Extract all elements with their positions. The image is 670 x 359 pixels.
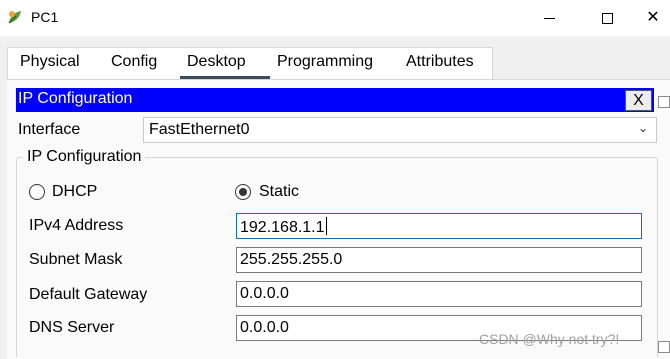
dns-server-value: 0.0.0.0	[240, 319, 289, 336]
title-bar: PC1 ✕	[0, 0, 670, 36]
default-gateway-label: Default Gateway	[29, 286, 148, 303]
ip-configuration-header: IP Configuration	[16, 88, 654, 112]
watermark: CSDN @Why not try?!	[479, 331, 620, 347]
dhcp-radio[interactable]	[29, 184, 45, 200]
minimize-button[interactable]	[526, 0, 572, 36]
default-gateway-value: 0.0.0.0	[240, 285, 289, 302]
window-title: PC1	[31, 9, 59, 25]
scroll-up-arrow[interactable]	[658, 96, 670, 108]
interface-value: FastEthernet0	[149, 121, 250, 138]
close-icon: ✕	[646, 9, 660, 26]
chevron-down-icon: ⌄	[638, 121, 649, 135]
ipv4-address-label: IPv4 Address	[29, 217, 124, 234]
ipv4-address-input[interactable]: 192.168.1.1	[236, 213, 642, 239]
ip-configuration-header-title: IP Configuration	[18, 90, 133, 107]
dns-server-label: DNS Server	[29, 319, 115, 336]
radio-selected-dot	[239, 188, 247, 196]
scroll-down-arrow[interactable]	[658, 341, 670, 353]
tab-desktop[interactable]: Desktop	[187, 53, 246, 71]
text-caret	[325, 217, 327, 235]
tab-bar: Physical Config Desktop Programming Attr…	[7, 47, 493, 79]
tab-physical[interactable]: Physical	[20, 53, 80, 71]
subnet-mask-label: Subnet Mask	[29, 251, 123, 268]
subnet-mask-value: 255.255.255.0	[240, 251, 343, 268]
tab-config[interactable]: Config	[111, 53, 157, 71]
ip-configuration-group-title: IP Configuration	[23, 148, 146, 166]
close-button[interactable]: ✕	[630, 0, 670, 36]
subnet-mask-input[interactable]: 255.255.255.0	[236, 247, 642, 273]
maximize-button[interactable]	[584, 0, 630, 36]
minimize-icon	[543, 17, 555, 19]
static-radio[interactable]	[235, 184, 251, 200]
ipv4-address-value: 192.168.1.1	[240, 219, 325, 236]
dhcp-label[interactable]: DHCP	[52, 183, 97, 201]
interface-select[interactable]: FastEthernet0 ⌄	[143, 117, 657, 143]
static-label[interactable]: Static	[259, 183, 299, 201]
interface-label: Interface	[18, 121, 81, 138]
pc-leaf-icon	[8, 11, 21, 24]
maximize-icon	[601, 12, 613, 24]
tab-programming[interactable]: Programming	[277, 53, 373, 71]
default-gateway-input[interactable]: 0.0.0.0	[236, 281, 642, 307]
ip-configuration-close-button[interactable]: X	[625, 90, 652, 111]
tab-attributes[interactable]: Attributes	[406, 53, 474, 71]
